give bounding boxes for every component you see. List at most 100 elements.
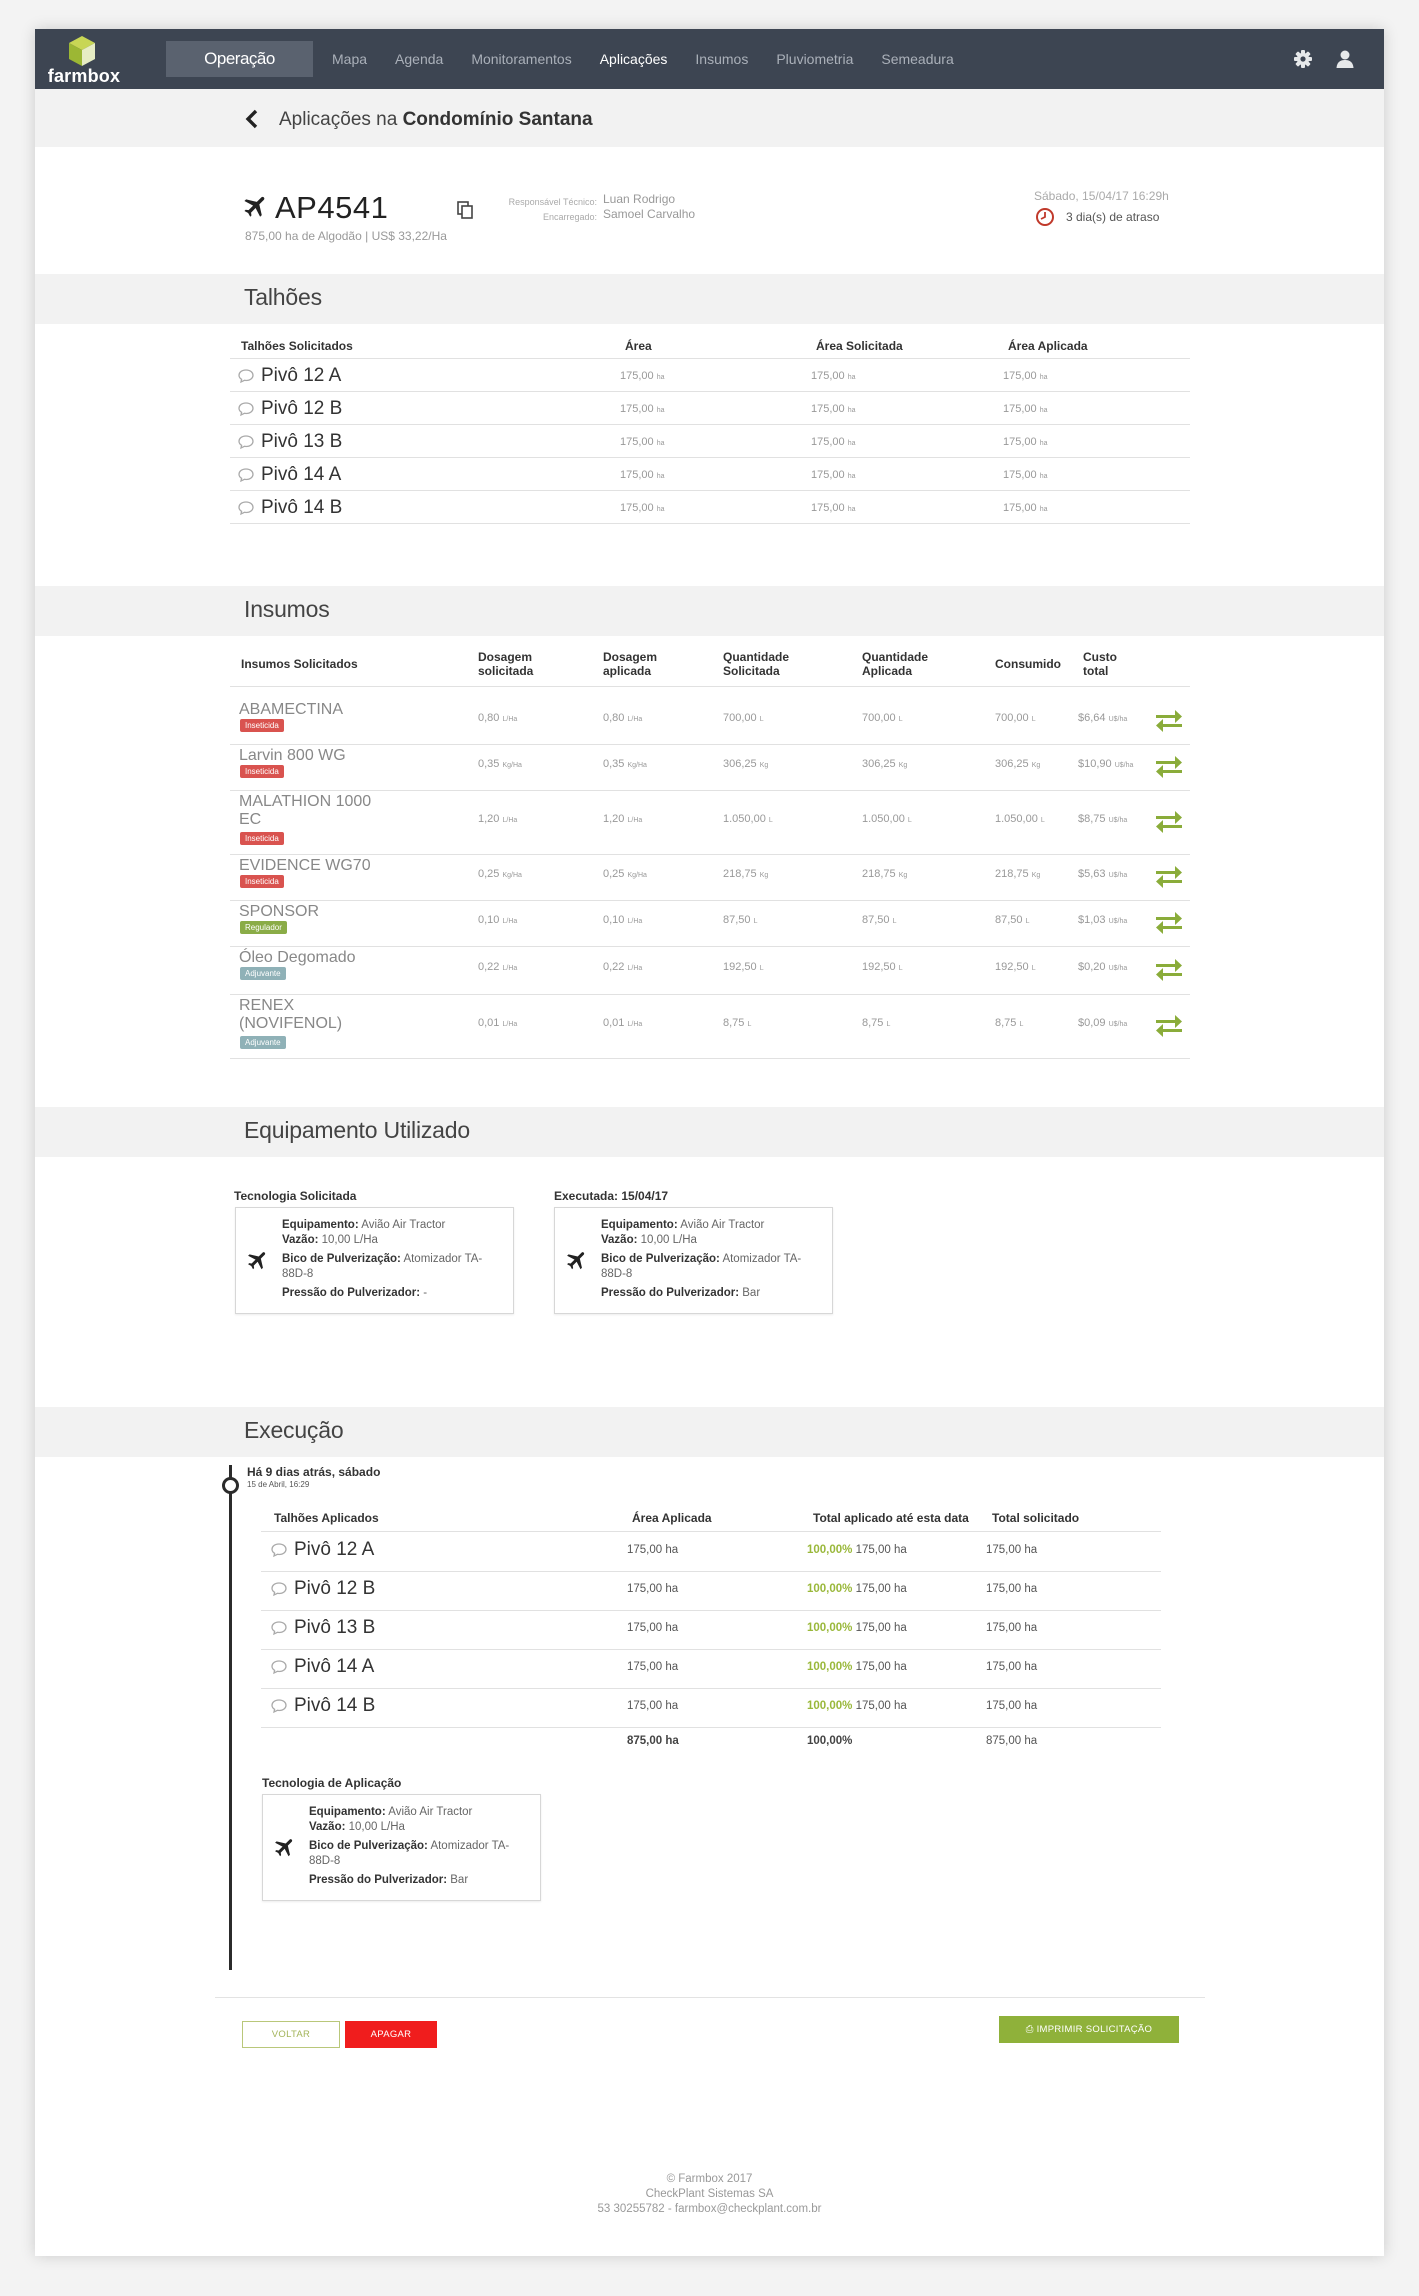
operation-button[interactable]: Operação bbox=[166, 41, 313, 77]
responsible-names: Luan Rodrigo Samoel Carvalho bbox=[603, 192, 695, 222]
row-divider bbox=[230, 744, 1190, 745]
talhao-area-solicitada: 175,00 ha bbox=[811, 403, 856, 415]
requested-tech-card: Equipamento: Avião Air Tractor Vazão: 10… bbox=[235, 1207, 514, 1314]
comment-icon[interactable] bbox=[270, 1620, 288, 1636]
talhao-area: 175,00 ha bbox=[620, 436, 665, 448]
insumo-name: MALATHION 1000 EC bbox=[239, 793, 372, 828]
row-divider bbox=[230, 854, 1190, 855]
farmbox-logo[interactable]: farmbox bbox=[45, 33, 123, 86]
row-divider bbox=[230, 523, 1190, 524]
comment-icon[interactable] bbox=[270, 1542, 288, 1558]
printer-icon: ⎙ bbox=[1025, 2024, 1034, 2035]
insumo-custo: $10,90 U$/ha bbox=[1078, 758, 1134, 770]
comment-icon[interactable] bbox=[270, 1659, 288, 1675]
category-badge: Adjuvante bbox=[240, 967, 286, 980]
back-button[interactable]: VOLTAR bbox=[242, 2021, 340, 2048]
insumo-qtd-apl: 1.050,00 L bbox=[862, 813, 912, 825]
talhao-area-solicitada: 175,00 ha bbox=[811, 436, 856, 448]
swap-icon[interactable] bbox=[1154, 865, 1184, 889]
col-talhoes-aplicados: Talhões Aplicados bbox=[274, 1511, 379, 1525]
nav-monitoramentos[interactable]: Monitoramentos bbox=[457, 29, 585, 89]
app-window: farmbox Operação Mapa Agenda Monitoramen… bbox=[35, 29, 1384, 2256]
insumo-qtd-apl: 87,50 L bbox=[862, 914, 897, 926]
comment-icon[interactable] bbox=[237, 434, 255, 450]
row-divider bbox=[230, 457, 1190, 458]
insumo-name: SPONSOR bbox=[239, 903, 320, 920]
executed-tech-card: Equipamento: Avião Air Tractor Vazão: 10… bbox=[554, 1207, 833, 1314]
nav-insumos[interactable]: Insumos bbox=[681, 29, 762, 89]
area-aplicada: 175,00 ha bbox=[627, 1661, 679, 1673]
foreman-label: Encarregado: bbox=[542, 212, 597, 222]
col-area-solicitada: Área Solicitada bbox=[816, 339, 903, 353]
swap-icon[interactable] bbox=[1154, 810, 1184, 834]
insumo-consumido: 700,00 L bbox=[995, 712, 1036, 724]
application-summary: 875,00 ha de Algodão | US$ 33,22/Ha bbox=[245, 229, 447, 243]
row-divider bbox=[261, 1649, 1161, 1650]
row-divider bbox=[230, 358, 1190, 359]
gear-icon[interactable] bbox=[1291, 47, 1315, 71]
insumo-name: Óleo Degomado bbox=[239, 949, 356, 966]
insumo-dos-apl: 0,80 L/Ha bbox=[603, 712, 643, 724]
talhao-area-aplicada: 175,00 ha bbox=[1003, 469, 1048, 481]
nav-aplicacoes[interactable]: Aplicações bbox=[586, 29, 682, 89]
comment-icon[interactable] bbox=[237, 467, 255, 483]
talhao-name: Pivô 13 B bbox=[294, 1617, 376, 1638]
col-area-aplicada-exec: Área Aplicada bbox=[632, 1511, 712, 1525]
swap-icon[interactable] bbox=[1154, 1014, 1184, 1038]
talhao-area-solicitada: 175,00 ha bbox=[811, 502, 856, 514]
swap-icon[interactable] bbox=[1154, 755, 1184, 779]
nav-agenda[interactable]: Agenda bbox=[381, 29, 457, 89]
back-arrow-icon[interactable] bbox=[210, 50, 224, 70]
insumo-name: ABAMECTINA bbox=[239, 701, 344, 718]
talhao-name: Pivô 13 B bbox=[261, 431, 343, 452]
copy-icon[interactable] bbox=[455, 200, 475, 220]
plane-icon bbox=[567, 1252, 585, 1270]
execution-event-title: Há 9 dias atrás, sábado bbox=[247, 1465, 381, 1479]
insumo-name: EVIDENCE WG70 bbox=[239, 857, 371, 874]
comment-icon[interactable] bbox=[237, 500, 255, 516]
plane-icon bbox=[275, 1839, 293, 1857]
comment-icon[interactable] bbox=[237, 401, 255, 417]
tech-name: Luan Rodrigo bbox=[603, 192, 676, 206]
page-title-prefix: Aplicações na bbox=[279, 109, 403, 130]
insumo-custo: $0,20 U$/ha bbox=[1078, 961, 1128, 973]
insumo-qtd-sol: 192,50 L bbox=[723, 961, 764, 973]
chevron-left-icon[interactable] bbox=[245, 109, 259, 129]
comment-icon[interactable] bbox=[237, 368, 255, 384]
swap-icon[interactable] bbox=[1154, 911, 1184, 935]
delete-button[interactable]: APAGAR bbox=[345, 2021, 437, 2048]
swap-icon[interactable] bbox=[1154, 709, 1184, 733]
area-aplicada: 175,00 ha bbox=[627, 1622, 679, 1634]
user-icon[interactable] bbox=[1333, 47, 1357, 71]
comment-icon[interactable] bbox=[270, 1581, 288, 1597]
total-solicitado: 175,00 ha bbox=[986, 1544, 1038, 1556]
application-tech-card: Equipamento: Avião Air Tractor Vazão: 10… bbox=[262, 1794, 541, 1901]
plane-icon bbox=[244, 196, 265, 217]
execution-event-date: 15 de Abril, 16:29 bbox=[247, 1480, 310, 1489]
insumo-qtd-apl: 192,50 L bbox=[862, 961, 903, 973]
nav-pluviometria[interactable]: Pluviometria bbox=[762, 29, 867, 89]
talhao-name: Pivô 12 B bbox=[261, 398, 343, 419]
comment-icon[interactable] bbox=[270, 1698, 288, 1714]
nav-mapa[interactable]: Mapa bbox=[318, 29, 381, 89]
row-divider bbox=[230, 994, 1190, 995]
print-button[interactable]: ⎙ IMPRIMIR SOLICITAÇÃO bbox=[999, 2016, 1179, 2043]
footer: © Farmbox 2017 CheckPlant Sistemas SA 53… bbox=[35, 2172, 1384, 2217]
swap-icon[interactable] bbox=[1154, 958, 1184, 982]
total-aplicado: 100,00% 175,00 ha bbox=[807, 1622, 907, 1634]
application-tech-label: Tecnologia de Aplicação bbox=[262, 1776, 402, 1790]
category-badge: Inseticida bbox=[240, 832, 284, 845]
top-navbar: farmbox Operação Mapa Agenda Monitoramen… bbox=[35, 29, 1384, 89]
insumo-custo: $0,09 U$/ha bbox=[1078, 1017, 1128, 1029]
insumo-qtd-apl: 218,75 Kg bbox=[862, 868, 908, 880]
insumo-dos-sol: 1,20 L/Ha bbox=[478, 813, 518, 825]
section-talhoes-header: Talhões bbox=[35, 274, 1384, 324]
insumo-consumido: 306,25 Kg bbox=[995, 758, 1041, 770]
talhao-area-aplicada: 175,00 ha bbox=[1003, 502, 1048, 514]
nav-semeadura[interactable]: Semeadura bbox=[867, 29, 967, 89]
row-divider bbox=[230, 946, 1190, 947]
col-talhoes-solicitados: Talhões Solicitados bbox=[241, 339, 353, 353]
area-aplicada: 175,00 ha bbox=[627, 1544, 679, 1556]
insumo-dos-sol: 0,10 L/Ha bbox=[478, 914, 518, 926]
executed-tech-details: Equipamento: Avião Air Tractor Vazão: 10… bbox=[601, 1219, 802, 1299]
